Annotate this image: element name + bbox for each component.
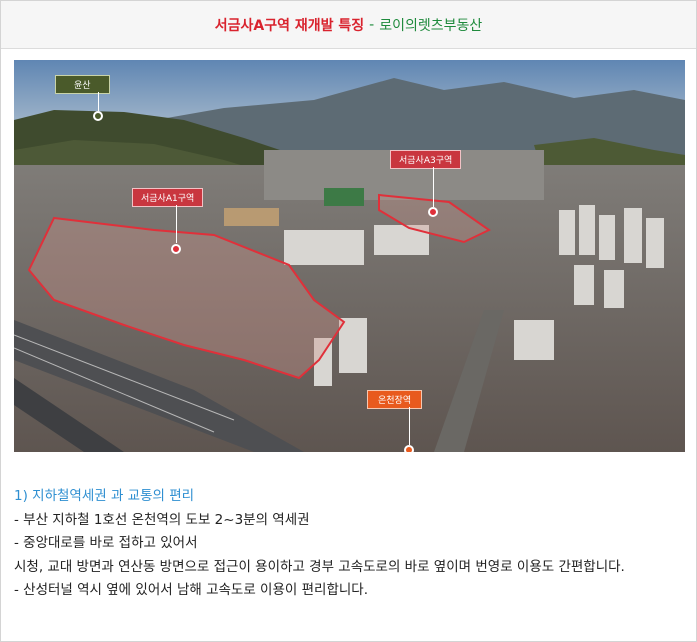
post-subtitle: 로이의렛츠부동산 — [379, 17, 483, 34]
zone-a1-label-stem — [176, 205, 177, 243]
post-title: 서금사A구역 재개발 특징 — [214, 17, 365, 34]
section-heading: 1) 지하철역세권 과 교통의 편리 — [14, 488, 195, 504]
zone-a3-label-stem — [433, 167, 434, 207]
aerial-illustration — [14, 60, 685, 452]
mountain-label: 윤산 — [55, 75, 110, 94]
body-line-1: - 부산 지하철 1호선 온천역의 도보 2~3분의 역세권 — [14, 511, 310, 528]
zone-a1-label: 서금사A1구역 — [132, 188, 204, 207]
post-title-bar: 서금사A구역 재개발 특징 - 로이의렛츠부동산 — [1, 1, 696, 49]
title-separator: - — [369, 16, 375, 33]
zone-a3-label: 서금사A3구역 — [390, 150, 462, 169]
post-frame: 서금사A구역 재개발 특징 - 로이의렛츠부동산 윤산 서금사A1구역 서금사A… — [0, 0, 697, 642]
station-label-stem — [409, 407, 410, 445]
zone-a3-marker — [428, 207, 438, 217]
sports-field — [324, 188, 364, 206]
station-marker — [404, 445, 414, 452]
post-body: 1) 지하철역세권 과 교통의 편리 - 부산 지하철 1호선 온천역의 도보 … — [14, 485, 688, 603]
station-label: 온천장역 — [367, 390, 423, 409]
aerial-photo: 윤산 서금사A1구역 서금사A3구역 온천장역 — [14, 60, 685, 452]
mountain-label-stem — [98, 92, 99, 111]
mountain-marker — [93, 111, 103, 121]
body-line-3: 시청, 교대 방면과 연산동 방면으로 접근이 용이하고 경부 고속도로의 바로… — [14, 558, 625, 575]
body-line-2: - 중앙대로를 바로 접하고 있어서 — [14, 535, 198, 551]
body-line-4: - 산성터널 역시 옆에 있어서 남해 고속도로 이용이 편리합니다. — [14, 582, 368, 598]
zone-a1-marker — [171, 244, 181, 254]
